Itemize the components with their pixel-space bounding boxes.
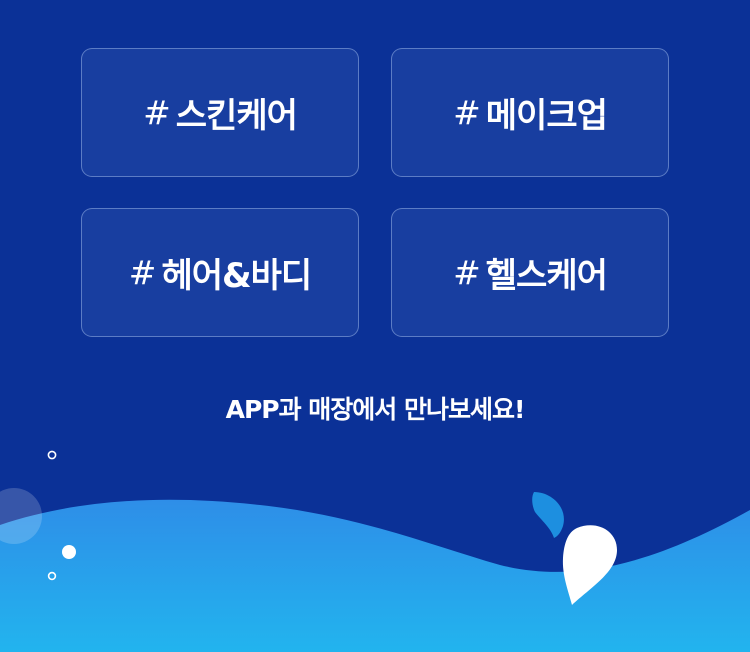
bubble-filled-icon [62, 545, 76, 559]
bubble-outline-icon [47, 450, 57, 460]
wave-shape [0, 499, 750, 652]
promo-banner: # 스킨케어 # 메이크업 # 헤어&바디 # 헬스케어 APP과 매장에서 만… [0, 0, 750, 652]
water-drop-blue-icon [532, 492, 564, 538]
wave-decoration [0, 450, 750, 652]
